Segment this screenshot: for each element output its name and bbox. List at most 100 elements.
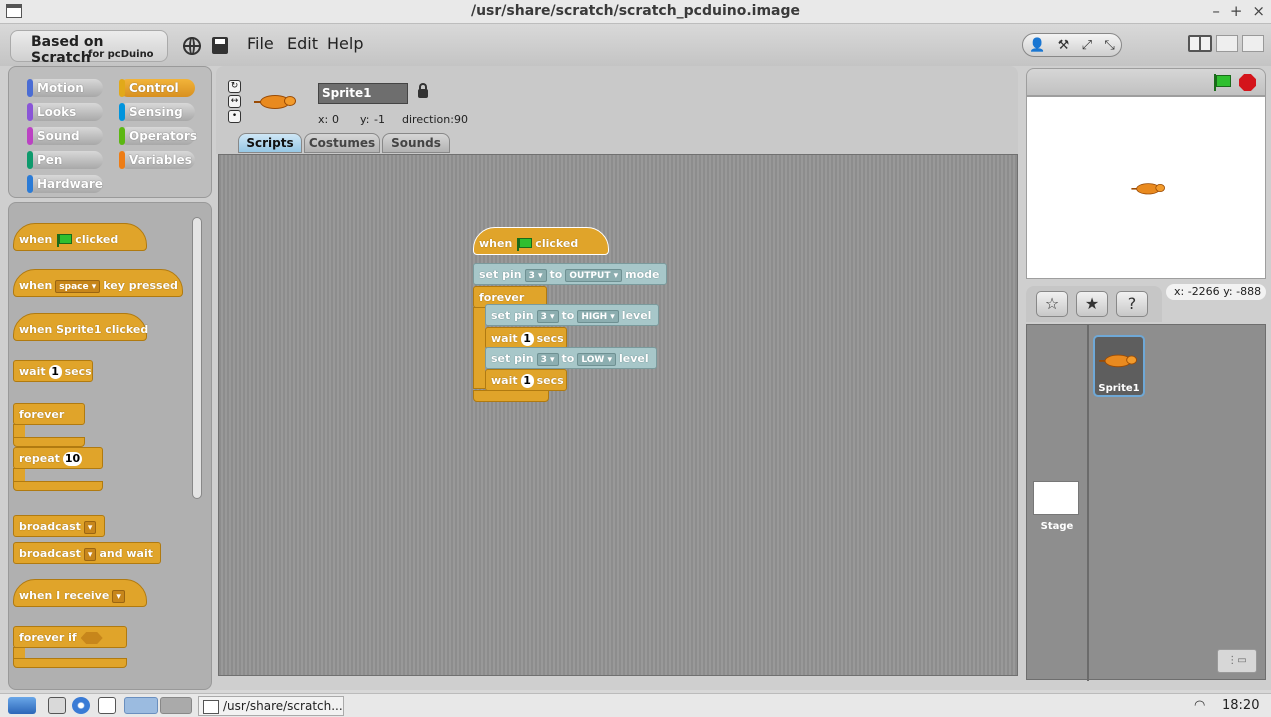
category-color-dot xyxy=(27,127,33,145)
script-wait-block[interactable]: wait 1 secs xyxy=(485,369,567,391)
mouse-x-value: -2266 xyxy=(1187,285,1220,298)
stop-sign-icon[interactable] xyxy=(1239,74,1256,91)
block-text: when xyxy=(19,233,53,246)
window-title: /usr/share/scratch/scratch_pcduino.image xyxy=(470,3,801,19)
workspace-2[interactable] xyxy=(160,697,192,714)
no-rotate-icon[interactable]: • xyxy=(228,110,241,123)
workspace-1[interactable] xyxy=(124,697,158,714)
choose-sprite-star-icon[interactable]: ★ xyxy=(1076,291,1108,317)
stage-thumbnail-label: Stage xyxy=(1040,521,1074,532)
language-globe-icon[interactable] xyxy=(183,37,201,55)
category-looks[interactable]: Looks xyxy=(27,103,103,121)
green-flag-button-icon[interactable] xyxy=(1211,74,1231,92)
stage-thumbnail[interactable] xyxy=(1033,481,1079,515)
block-text: level xyxy=(618,352,649,365)
message-dropdown[interactable] xyxy=(112,589,125,603)
shrink-tool-icon[interactable]: ⤡ xyxy=(1104,38,1114,53)
random-sprite-icon[interactable]: ? xyxy=(1116,291,1148,317)
block-text: wait xyxy=(19,365,46,378)
sprite-list-divider xyxy=(1087,325,1089,681)
message-dropdown[interactable] xyxy=(83,520,97,534)
browser-icon[interactable] xyxy=(72,697,90,714)
menu-help[interactable]: Help xyxy=(327,34,363,53)
pin-dropdown[interactable]: 3 xyxy=(536,309,559,323)
grow-tool-icon[interactable]: ⤢ xyxy=(1082,38,1092,53)
script-set-pin-low-block[interactable]: set pin3toLOWlevel xyxy=(485,347,657,369)
window-controls: – + × xyxy=(1212,2,1265,20)
save-disk-icon[interactable] xyxy=(212,37,228,54)
script-wait-block[interactable]: wait 1 secs xyxy=(485,327,567,349)
rotate-icon[interactable]: ↻ xyxy=(228,80,241,93)
scratch-logo: Based on Scratch for pcDuino xyxy=(10,30,168,66)
boolean-slot[interactable] xyxy=(80,632,103,644)
duplicate-tool-icon[interactable]: 👤 xyxy=(1029,38,1045,53)
category-operators[interactable]: Operators xyxy=(119,127,197,145)
minimize-button[interactable]: – xyxy=(1212,2,1220,20)
tab-sounds[interactable]: Sounds xyxy=(382,133,450,153)
flip-icon[interactable]: ↔ xyxy=(228,95,241,108)
key-dropdown[interactable]: space xyxy=(55,279,101,293)
category-motion[interactable]: Motion xyxy=(27,79,103,97)
block-text: broadcast xyxy=(19,547,81,560)
presentation-mode-icon[interactable] xyxy=(1242,35,1264,52)
category-control[interactable]: Control xyxy=(119,79,195,97)
palette-forever-block[interactable]: forever xyxy=(13,403,85,425)
palette-scrollbar[interactable] xyxy=(192,217,202,499)
pin-dropdown[interactable]: 3 xyxy=(524,268,547,282)
tab-scripts[interactable]: Scripts xyxy=(238,133,302,153)
scripts-area[interactable]: whenclicked set pin3toOUTPUTmode forever… xyxy=(218,154,1018,676)
category-pen[interactable]: Pen xyxy=(27,151,103,169)
palette-when-sprite-clicked-block[interactable]: when Sprite1 clicked xyxy=(13,313,148,341)
mouse-y-label: y: xyxy=(1223,285,1233,298)
sprite-name-field[interactable]: Sprite1 xyxy=(318,83,408,104)
category-label: Hardware xyxy=(37,177,103,191)
sprite-on-stage[interactable] xyxy=(1131,179,1166,197)
category-variables[interactable]: Variables xyxy=(119,151,195,169)
sprite-thumbnail[interactable]: Sprite1 xyxy=(1093,335,1145,397)
wifi-icon[interactable]: ◠ xyxy=(1194,698,1212,714)
wait-value-input[interactable]: 1 xyxy=(48,365,62,379)
sprite-list-corner-icon[interactable]: ⋮▭ xyxy=(1217,649,1257,673)
script-set-pin-high-block[interactable]: set pin3toHIGHlevel xyxy=(485,304,659,326)
menu-edit[interactable]: Edit xyxy=(287,34,318,53)
level-dropdown[interactable]: LOW xyxy=(577,352,616,366)
pin-dropdown[interactable]: 3 xyxy=(536,352,559,366)
maximize-button[interactable]: + xyxy=(1230,2,1243,20)
palette-broadcast-block[interactable]: broadcast xyxy=(13,515,105,537)
palette-when-flag-clicked-block[interactable]: when clicked xyxy=(13,223,147,251)
mode-dropdown[interactable]: OUTPUT xyxy=(565,268,623,282)
close-button[interactable]: × xyxy=(1252,2,1265,20)
small-stage-layout-icon[interactable] xyxy=(1216,35,1238,52)
palette-forever-if-block[interactable]: forever if xyxy=(13,626,127,648)
category-sound[interactable]: Sound xyxy=(27,127,103,145)
script-when-flag-clicked-block[interactable]: when clicked xyxy=(473,227,609,255)
show-desktop-icon[interactable] xyxy=(98,697,116,714)
lock-icon[interactable] xyxy=(418,83,428,98)
wait-value-input[interactable]: 1 xyxy=(520,374,534,388)
block-text: and wait xyxy=(99,547,154,560)
repeat-value-input[interactable]: 10 xyxy=(62,452,83,466)
stage-canvas[interactable] xyxy=(1026,96,1266,279)
palette-when-key-pressed-block[interactable]: whenspacekey pressed xyxy=(13,269,183,297)
category-sensing[interactable]: Sensing xyxy=(119,103,195,121)
normal-stage-layout-icon[interactable] xyxy=(1188,35,1212,52)
delete-tool-icon[interactable]: ⚒ xyxy=(1058,38,1070,53)
level-dropdown[interactable]: HIGH xyxy=(577,309,619,323)
paint-sprite-star-icon[interactable]: ☆ xyxy=(1036,291,1068,317)
script-set-pin-mode-block[interactable]: set pin3toOUTPUTmode xyxy=(473,263,667,285)
block-text: secs xyxy=(64,365,92,378)
tab-costumes[interactable]: Costumes xyxy=(304,133,380,153)
menu-file[interactable]: File xyxy=(247,34,274,53)
message-dropdown[interactable] xyxy=(83,547,97,561)
category-hardware[interactable]: Hardware xyxy=(27,175,103,193)
block-text: secs xyxy=(536,332,564,345)
palette-when-i-receive-block[interactable]: when I receive xyxy=(13,579,147,607)
palette-broadcast-and-wait-block[interactable]: broadcast and wait xyxy=(13,542,161,564)
taskbar-task-scratch[interactable]: /usr/share/scratch... xyxy=(198,696,344,716)
wait-value-input[interactable]: 1 xyxy=(520,332,534,346)
file-manager-icon[interactable] xyxy=(48,697,66,714)
start-menu-icon[interactable] xyxy=(8,697,36,714)
palette-repeat-block[interactable]: repeat 10 xyxy=(13,447,103,469)
mouse-y-value: -888 xyxy=(1236,285,1262,298)
palette-wait-block[interactable]: wait 1 secs xyxy=(13,360,93,382)
